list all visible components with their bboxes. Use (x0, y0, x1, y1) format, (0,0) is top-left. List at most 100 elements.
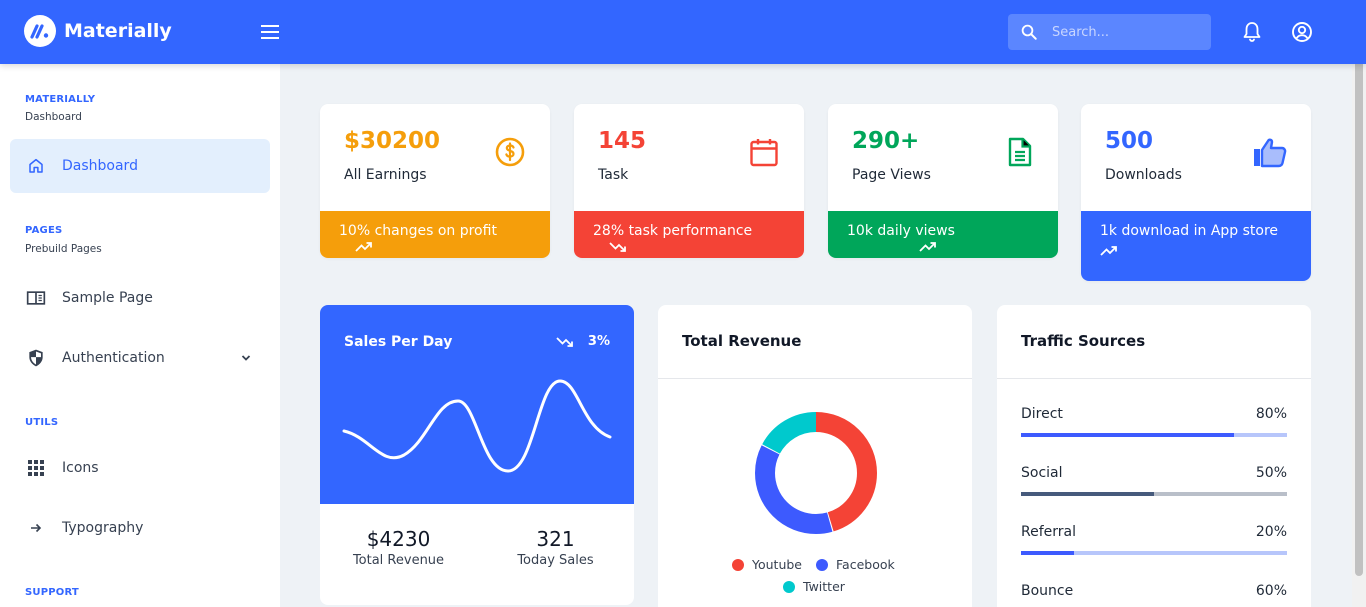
app-logo[interactable]: Materially (24, 15, 172, 47)
section-title-support: SUPPORT (25, 587, 79, 598)
legend-item-twitter[interactable]: Twitter (783, 579, 845, 594)
arrow-right-icon (26, 518, 46, 538)
legend-item-youtube[interactable]: Youtube (732, 557, 802, 572)
today-sales-stat: 321 Today Sales (477, 527, 634, 568)
stat-footer: 10% changes on profit (320, 211, 550, 258)
home-icon (26, 156, 46, 176)
page-scrollbar[interactable] (1352, 0, 1366, 607)
sidebar-item-label: Sample Page (62, 290, 153, 306)
stat-footer-text: 28% task performance (593, 223, 753, 239)
dollar-coin-icon (494, 136, 526, 172)
menu-toggle-button[interactable] (258, 22, 282, 42)
bell-icon (1243, 22, 1261, 42)
card-title: Traffic Sources (1021, 332, 1146, 350)
legend-item-facebook[interactable]: Facebook (816, 557, 895, 572)
progress-track (1021, 551, 1287, 555)
notifications-button[interactable] (1240, 20, 1264, 48)
stat-card-earnings: $30200 All Earnings 10% changes on profi… (320, 104, 550, 258)
stat-footer-text: 10% changes on profit (339, 223, 497, 239)
legend-label: Facebook (836, 557, 895, 572)
sidebar-item-label: Authentication (62, 350, 165, 366)
revenue-donut-chart (755, 412, 877, 534)
sidebar-item-icons[interactable]: Icons (10, 441, 270, 495)
sidebar-item-dashboard[interactable]: Dashboard (10, 139, 270, 193)
progress-fill (1021, 433, 1234, 437)
traffic-source-name: Social (1021, 465, 1063, 481)
traffic-source-percent: 50% (1255, 465, 1287, 481)
traffic-source-percent: 60% (1255, 583, 1287, 599)
section-title-pages: PAGES (25, 225, 63, 236)
document-icon (1006, 136, 1034, 172)
total-revenue-label: Total Revenue (352, 553, 445, 568)
search-icon (1021, 24, 1037, 40)
stat-label: Downloads (1105, 167, 1182, 183)
progress-track (1021, 433, 1287, 437)
stat-value: 145 (598, 128, 647, 154)
stat-card-downloads: 500 Downloads 1k download in App store (1081, 104, 1311, 281)
search-input[interactable] (1052, 14, 1202, 50)
chevron-down-icon (240, 349, 252, 368)
today-sales-label: Today Sales (517, 553, 594, 568)
traffic-sources-card: Traffic Sources Direct 80% Social 50% Re… (997, 305, 1311, 607)
hamburger-menu-icon (261, 25, 279, 39)
user-account-button[interactable] (1290, 20, 1314, 48)
stat-label: All Earnings (344, 167, 427, 183)
divider (658, 378, 972, 379)
traffic-source-name: Direct (1021, 406, 1063, 422)
stat-value: 500 (1105, 128, 1154, 154)
total-revenue-card: Total Revenue Youtube Facebook Twitter (658, 305, 972, 607)
total-revenue-value: $4230 (366, 527, 431, 551)
stat-card-page-views: 290+ Page Views 10k daily views (828, 104, 1058, 258)
sidebar-item-authentication[interactable]: Authentication (10, 331, 270, 385)
traffic-source-name: Bounce (1021, 583, 1074, 599)
progress-track (1021, 492, 1287, 496)
trending-down-icon (609, 242, 626, 252)
scrollbar-thumb[interactable] (1355, 16, 1363, 576)
stat-footer-text: 10k daily views (847, 223, 955, 239)
sidebar-item-label: Typography (62, 520, 144, 536)
section-subtitle-prebuild: Prebuild Pages (25, 243, 102, 255)
stat-footer: 10k daily views (828, 211, 1058, 258)
legend-dot (816, 558, 828, 571)
trending-up-icon (1100, 246, 1117, 256)
traffic-source-percent: 80% (1255, 406, 1287, 422)
stat-card-task: 145 Task 28% task performance (574, 104, 804, 258)
legend-dot (732, 558, 744, 571)
sales-chart-area: Sales Per Day 3% (320, 305, 634, 504)
thumbs-up-icon (1253, 136, 1287, 172)
stat-footer: 1k download in App store (1081, 211, 1311, 281)
progress-fill (1021, 492, 1154, 496)
stat-value: $30200 (344, 128, 441, 154)
stat-footer: 28% task performance (574, 211, 804, 258)
book-open-icon (26, 288, 46, 308)
security-shield-icon (26, 348, 46, 368)
trending-up-icon (355, 242, 372, 252)
sidebar-item-label: Dashboard (62, 158, 138, 174)
progress-fill (1021, 551, 1075, 555)
divider (997, 378, 1311, 379)
traffic-source-percent: 20% (1255, 524, 1287, 540)
section-subtitle-dashboard: Dashboard (25, 111, 82, 123)
sales-sparkline (342, 379, 612, 473)
stat-value: 290+ (852, 128, 920, 154)
grid-dots-icon (26, 458, 46, 478)
traffic-source-name: Referral (1021, 524, 1076, 540)
sidebar-item-label: Icons (62, 460, 99, 476)
sales-per-day-card: Sales Per Day 3% $4230 Total Revenue 321… (320, 305, 634, 605)
total-revenue-stat: $4230 Total Revenue (320, 527, 477, 568)
section-title-utils: UTILS (25, 417, 59, 428)
stat-label: Task (598, 167, 629, 183)
app-name: Materially (64, 20, 172, 42)
top-app-bar: Materially (0, 0, 1366, 64)
sidebar-item-typography[interactable]: Typography (10, 501, 270, 555)
today-sales-value: 321 (536, 527, 575, 551)
card-title: Total Revenue (682, 332, 802, 350)
legend-label: Twitter (803, 579, 845, 594)
stat-footer-text: 1k download in App store (1100, 223, 1279, 239)
legend-dot (783, 580, 795, 593)
sidebar-item-sample-page[interactable]: Sample Page (10, 271, 270, 325)
search-box (1008, 14, 1211, 50)
legend-label: Youtube (752, 557, 802, 572)
stat-label: Page Views (852, 167, 931, 183)
sidebar: MATERIALLY Dashboard Dashboard PAGES Pre… (0, 64, 280, 607)
